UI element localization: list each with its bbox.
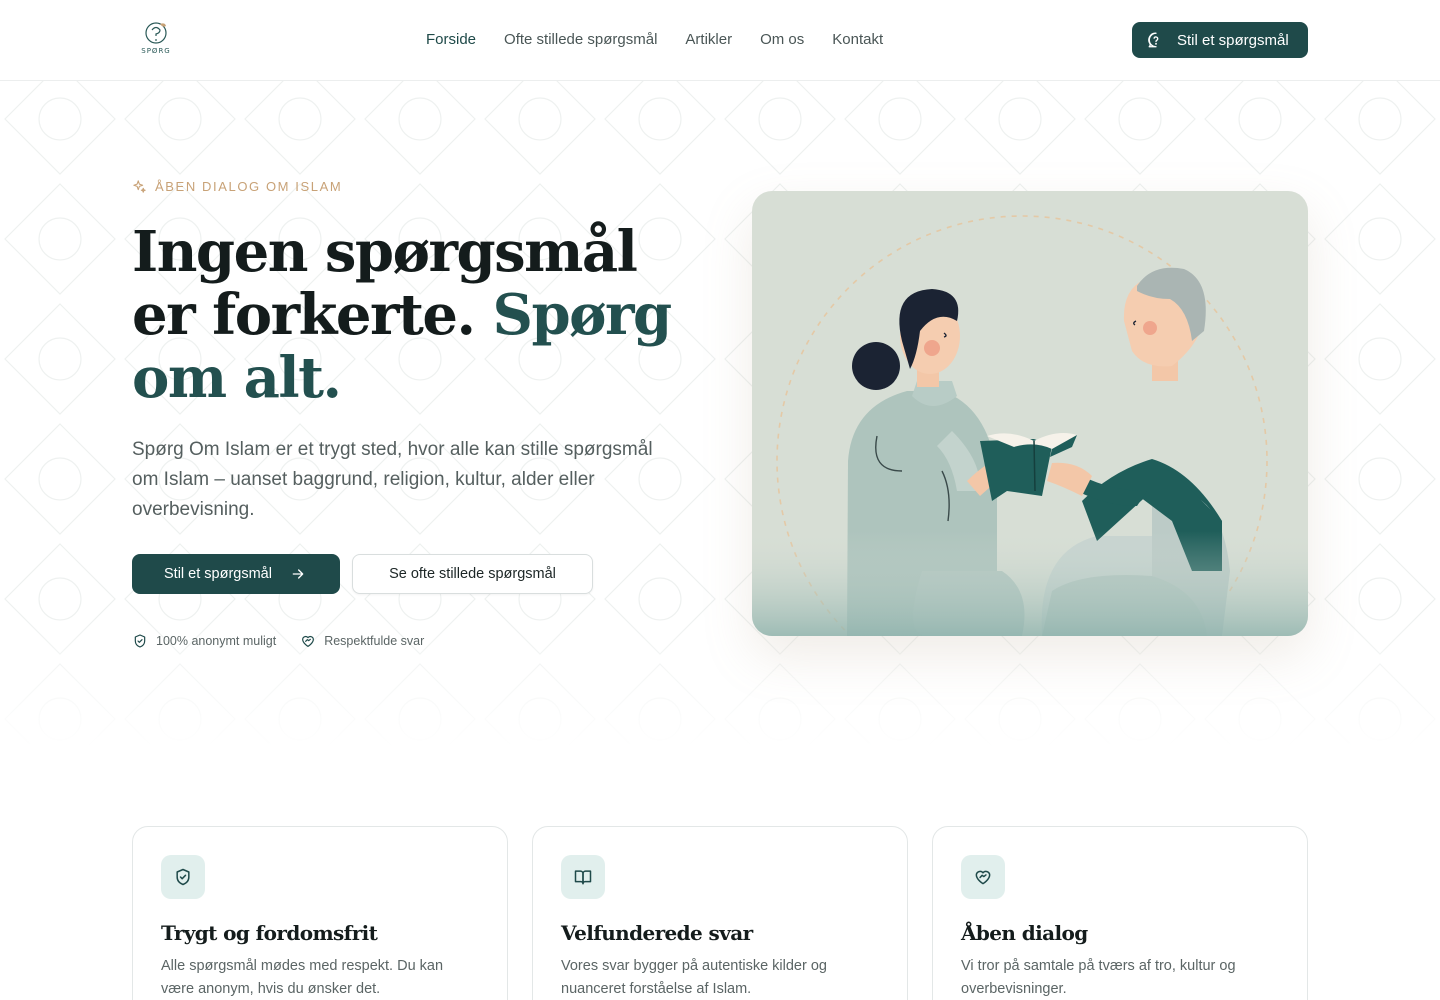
shield-check-icon <box>176 868 190 886</box>
card-title: Åben dialog <box>961 921 1088 945</box>
card-icon-container <box>561 855 605 899</box>
hero-eyebrow: ÅBEN DIALOG OM ISLAM <box>132 179 342 194</box>
faq-button-label: Se ofte stillede spørgsmål <box>389 566 556 582</box>
site-header: SPØRG Forside Ofte stillede spørgsmål Ar… <box>0 0 1440 81</box>
ask-question-button[interactable]: Stil et spørgsmål <box>132 554 340 594</box>
nav-item-kontakt[interactable]: Kontakt <box>832 30 883 50</box>
two-people-sharing-book-illustration <box>752 215 1308 636</box>
nav-item-faq[interactable]: Ofte stillede spørgsmål <box>504 30 657 50</box>
card-text: Vi tror på samtale på tværs af tro, kult… <box>961 958 1236 997</box>
hero-headline: Ingen spørgsmål er forkerte. Spørg om al… <box>132 221 672 410</box>
sparkles-icon <box>133 180 146 193</box>
nav-item-om-os[interactable]: Om os <box>760 30 804 50</box>
hero-section: ÅBEN DIALOG OM ISLAM Ingen spørgsmål er … <box>0 81 1440 748</box>
feature-cards: Trygt og fordomsfrit Alle spørgsmål møde… <box>132 826 1308 1000</box>
card-icon-container <box>161 855 205 899</box>
header-ask-label: Stil et spørgsmål <box>1177 31 1289 49</box>
logo-mark-icon <box>145 22 167 44</box>
trust-item-anonymous: 100% anonymt muligt <box>132 633 276 649</box>
nav-item-artikler[interactable]: Artikler <box>685 30 732 50</box>
hero-eyebrow-text: ÅBEN DIALOG OM ISLAM <box>155 179 343 194</box>
feature-card-dialog: Åben dialog Vi tror på samtale på tværs … <box>932 826 1308 1000</box>
open-book-icon <box>574 870 592 885</box>
ask-question-label: Stil et spørgsmål <box>164 566 272 582</box>
faq-button[interactable]: Se ofte stillede spørgsmål <box>352 554 593 594</box>
hero-illustration <box>752 191 1308 636</box>
nav-item-forside[interactable]: Forside <box>426 30 476 50</box>
hero-lead: Spørg Om Islam er et trygt sted, hvor al… <box>132 439 653 520</box>
card-icon-container <box>961 855 1005 899</box>
header-ask-button[interactable]: Stil et spørgsmål <box>1132 22 1308 58</box>
heart-handshake-icon <box>975 870 991 885</box>
logo-text: SPØRG <box>141 47 171 55</box>
card-title: Velfunderede svar <box>561 921 753 945</box>
card-title: Trygt og fordomsfrit <box>161 921 378 945</box>
trust-respect-label: Respektfulde svar <box>324 634 425 648</box>
question-bubble-icon <box>1148 32 1159 48</box>
shield-check-icon <box>134 634 146 648</box>
card-text: Alle spørgsmål mødes med respekt. Du kan… <box>161 958 444 997</box>
card-text: Vores svar bygger på autentiske kilder o… <box>561 958 827 997</box>
feature-card-answers: Velfunderede svar Vores svar bygger på a… <box>532 826 908 1000</box>
trust-badges: 100% anonymt muligt Respektfulde svar <box>132 633 424 649</box>
arrow-right-icon <box>292 569 304 579</box>
main-nav: Forside Ofte stillede spørgsmål Artikler… <box>426 30 883 50</box>
trust-item-respect: Respektfulde svar <box>300 633 424 649</box>
heart-handshake-icon <box>302 635 315 647</box>
feature-card-safe: Trygt og fordomsfrit Alle spørgsmål møde… <box>132 826 508 1000</box>
site-logo[interactable]: SPØRG <box>138 20 174 60</box>
trust-anonymous-label: 100% anonymt muligt <box>156 634 277 648</box>
